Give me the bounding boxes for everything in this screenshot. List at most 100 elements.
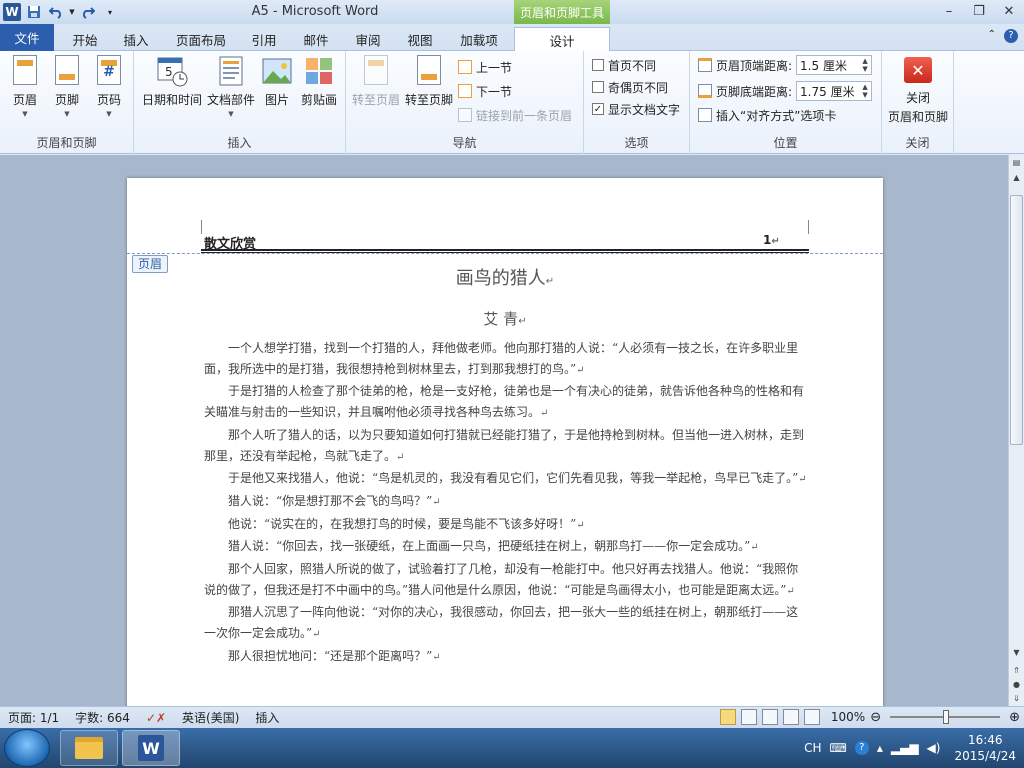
show-document-text-checkbox[interactable]: ✓ 显示文档文字 xyxy=(592,99,680,119)
taskbar-word[interactable]: W xyxy=(122,730,180,766)
close-header-footer-button[interactable]: ✕ 关闭 页眉和页脚 xyxy=(884,55,952,125)
ruler-toggle-icon[interactable]: ▤ xyxy=(1009,155,1024,170)
group-navigation: 转至页眉 转至页脚 上一节 下一节 链接到前一条页眉 导航 xyxy=(346,51,584,154)
link-to-previous-button[interactable]: 链接到前一条页眉 xyxy=(458,105,572,125)
ime-indicator[interactable]: CH xyxy=(804,741,821,755)
tab-references[interactable]: 引用 xyxy=(244,27,284,51)
tab-insert[interactable]: 插入 xyxy=(114,27,158,51)
vertical-scrollbar[interactable]: ▤ ▲ ▼ ⇑ ● ⇓ xyxy=(1008,155,1024,706)
tab-page-layout[interactable]: 页面布局 xyxy=(170,27,232,51)
language-indicator[interactable]: 英语(美国) xyxy=(174,709,247,726)
footer-from-bottom-input[interactable]: 1.75 厘米 ▲ ▼ xyxy=(796,81,873,101)
start-button[interactable] xyxy=(4,729,50,767)
header-from-top-input[interactable]: 1.5 厘米 ▲ ▼ xyxy=(796,55,873,75)
zoom-level[interactable]: 100% xyxy=(831,710,865,724)
help-icon[interactable]: ? xyxy=(1004,29,1018,43)
scroll-up-icon[interactable]: ▲ xyxy=(1009,170,1024,185)
draft-view-icon[interactable] xyxy=(803,709,820,725)
zoom-slider-thumb[interactable] xyxy=(943,710,950,724)
document-body[interactable]: 一个人想学打猎，找到一个打猎的人，拜他做老师。他向那打猎的人说：“人必须有一技之… xyxy=(204,338,808,669)
footer-icon xyxy=(51,55,83,87)
tab-mailings[interactable]: 邮件 xyxy=(296,27,336,51)
tab-view[interactable]: 视图 xyxy=(400,27,440,51)
window-controls: – ❐ ✕ xyxy=(934,0,1024,22)
keyboard-icon[interactable]: ⌨ xyxy=(830,741,847,755)
tab-review[interactable]: 审阅 xyxy=(348,27,388,51)
volume-icon[interactable]: ◀) xyxy=(927,741,941,755)
clock[interactable]: 16:46 2015/4/24 xyxy=(954,732,1016,764)
proofing-icon[interactable]: ✓✗ xyxy=(138,711,174,725)
print-layout-view-icon[interactable] xyxy=(719,709,736,725)
next-section-icon xyxy=(458,84,472,98)
page-number-button[interactable]: 页码 ▼ xyxy=(84,55,134,118)
help-tray-icon[interactable]: ? xyxy=(854,741,869,755)
goto-header-button[interactable]: 转至页眉 xyxy=(350,55,402,108)
paragraph[interactable]: 他说：“说实在的，在我想打鸟的时候，要是鸟能不飞该多好呀！”↵ xyxy=(204,514,808,537)
minimize-button[interactable]: – xyxy=(934,0,964,22)
zoom-slider[interactable] xyxy=(890,710,1001,724)
paragraph[interactable]: 猎人说：“你回去，找一张硬纸，在上面画一只鸟，把硬纸挂在树上，朝那鸟打——你一定… xyxy=(204,536,808,559)
clipart-button[interactable]: 剪贴画 xyxy=(296,55,342,108)
taskbar-explorer[interactable] xyxy=(60,730,118,766)
paragraph[interactable]: 一个人想学打猎，找到一个打猎的人，拜他做老师。他向那打猎的人说：“人必须有一技之… xyxy=(204,338,808,381)
restore-button[interactable]: ❐ xyxy=(964,0,994,22)
document-author[interactable]: 艾 青↵ xyxy=(127,308,883,329)
insert-alignment-tab-button[interactable]: 插入“对齐方式”选项卡 xyxy=(698,105,836,125)
tab-addins[interactable]: 加载项 xyxy=(452,27,506,51)
prev-section-button[interactable]: 上一节 xyxy=(458,57,512,77)
header-page-number[interactable]: 1↵ xyxy=(763,233,780,247)
svg-text:5: 5 xyxy=(165,65,173,79)
browse-object-icon[interactable]: ● xyxy=(1009,677,1024,692)
insert-mode-indicator[interactable]: 插入 xyxy=(247,709,287,726)
tray-arrow-icon[interactable]: ▴ xyxy=(877,741,883,755)
status-right: 100% ⊖ ⊕ xyxy=(719,709,1020,725)
status-bar: 页面: 1/1 字数: 664 ✓✗ 英语(美国) 插入 100% ⊖ ⊕ xyxy=(0,706,1024,728)
document-title[interactable]: 画鸟的猎人↵ xyxy=(127,264,883,290)
outline-view-icon[interactable] xyxy=(782,709,799,725)
web-layout-icon[interactable] xyxy=(761,709,778,725)
scroll-thumb[interactable] xyxy=(1010,195,1023,445)
alignment-tab-icon xyxy=(698,108,712,122)
paragraph[interactable]: 那个人回家，照猎人所说的做了，试验着打了几枪，却没有一枪能打中。他只好再去找猎人… xyxy=(204,559,808,602)
page[interactable]: 散文欣赏 1↵ 页眉 画鸟的猎人↵ 艾 青↵ 一个人想学打猎，找到一个打猎的人，… xyxy=(127,178,883,706)
paragraph[interactable]: 于是他又来找猎人，他说：“鸟是机灵的，我没有看见它们，它们先看见我，等我一举起枪… xyxy=(204,468,808,491)
zoom-out-icon[interactable]: ⊖ xyxy=(870,710,881,725)
word-count[interactable]: 字数: 664 xyxy=(67,709,138,726)
network-icon[interactable]: ▂▄▆ xyxy=(891,741,919,755)
ribbon: 页眉 ▼ 页脚 ▼ 页码 ▼ 页眉和页脚 5 日期和时间 文档部件 ▼ xyxy=(0,51,1024,154)
scroll-down-icon[interactable]: ▼ xyxy=(1009,645,1024,660)
paragraph[interactable]: 那个人听了猎人的话，以为只要知道如何打猎就已经能打猎了，于是他持枪到树林。但当他… xyxy=(204,425,808,468)
header-icon xyxy=(9,55,41,87)
collapse-ribbon-icon[interactable]: ⌃ xyxy=(988,29,996,43)
tab-design[interactable]: 设计 xyxy=(514,27,610,52)
datetime-button[interactable]: 5 日期和时间 xyxy=(138,55,206,108)
paragraph[interactable]: 猎人说：“你是想打那不会飞的鸟吗？”↵ xyxy=(204,491,808,514)
different-odd-even-checkbox[interactable]: 奇偶页不同 xyxy=(592,77,668,97)
full-screen-reading-icon[interactable] xyxy=(740,709,757,725)
paragraph[interactable]: 那猎人沉思了一阵向他说：“对你的决心，我很感动，你回去，把一张大一些的纸挂在树上… xyxy=(204,602,808,645)
header-border-line xyxy=(201,249,809,251)
paragraph[interactable]: 于是打猎的人检查了那个徒弟的枪，枪是一支好枪，徒弟也是一个有决心的徒弟，就告诉他… xyxy=(204,381,808,424)
spinner-arrows-icon[interactable]: ▲ ▼ xyxy=(859,57,871,73)
spinner-arrows-icon[interactable]: ▲ ▼ xyxy=(859,83,871,99)
different-first-page-checkbox[interactable]: 首页不同 xyxy=(592,55,656,75)
docparts-button[interactable]: 文档部件 ▼ xyxy=(206,55,256,118)
folder-icon xyxy=(75,737,103,759)
goto-footer-button[interactable]: 转至页脚 xyxy=(402,55,456,108)
dropdown-arrow-icon: ▼ xyxy=(106,110,112,118)
zoom-in-icon[interactable]: ⊕ xyxy=(1009,710,1020,725)
tab-home[interactable]: 开始 xyxy=(62,27,108,51)
tab-file[interactable]: 文件 xyxy=(0,24,54,51)
ribbon-tabs: 文件 开始 插入 页面布局 引用 邮件 审阅 视图 加载项 设计 ⌃ ? xyxy=(0,24,1024,52)
header-zone[interactable]: 散文欣赏 1↵ xyxy=(127,178,883,253)
checkbox-box xyxy=(592,81,604,93)
previous-page-icon[interactable]: ⇑ xyxy=(1009,663,1024,678)
next-page-icon[interactable]: ⇓ xyxy=(1009,691,1024,706)
close-window-button[interactable]: ✕ xyxy=(994,0,1024,22)
group-label-close: 关闭 xyxy=(905,136,930,150)
page-count[interactable]: 页面: 1/1 xyxy=(0,709,67,726)
picture-button[interactable]: 图片 xyxy=(254,55,300,108)
paragraph[interactable]: 那人很担忧地问：“还是那个距离吗？”↵ xyxy=(204,646,808,669)
next-section-button[interactable]: 下一节 xyxy=(458,81,512,101)
group-label-position: 位置 xyxy=(773,136,798,150)
